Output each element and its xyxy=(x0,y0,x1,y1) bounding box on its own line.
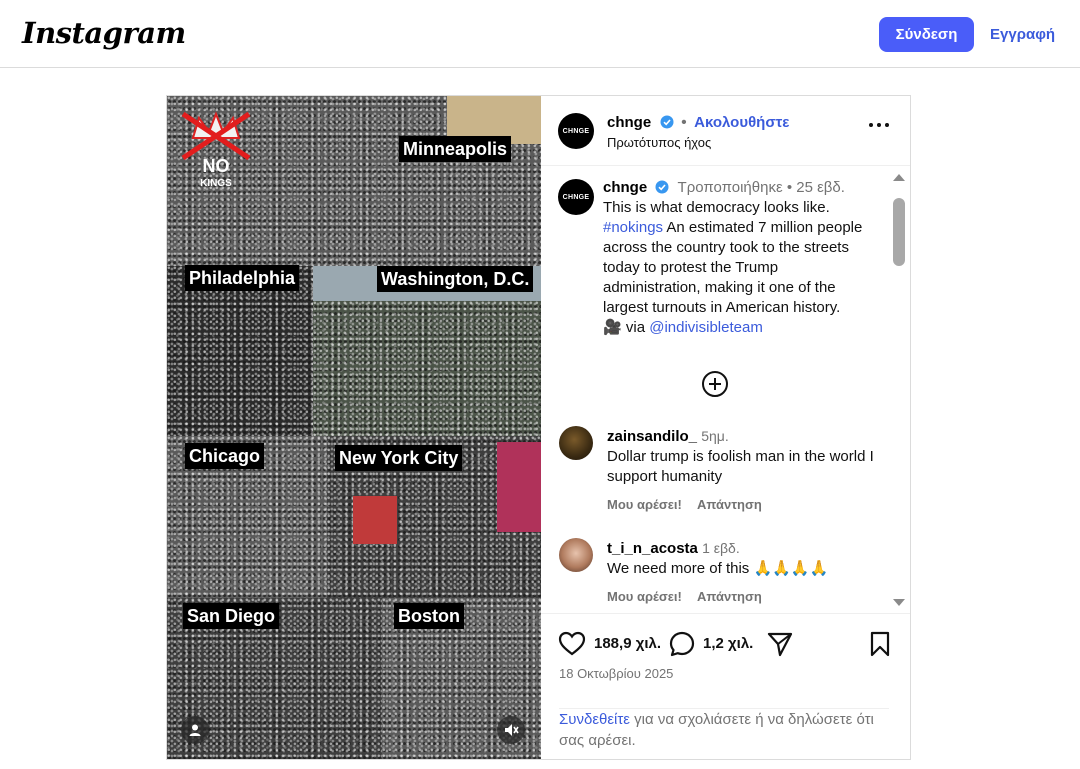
likes-count[interactable]: 188,9 χιλ. xyxy=(594,635,661,652)
post-actions: 188,9 χιλ. 1,2 χιλ. 18 Οκτωβρίου 2025 Συ… xyxy=(541,614,910,759)
mention-link[interactable]: @indivisibleteam xyxy=(649,319,763,336)
comments-count[interactable]: 1,2 χιλ. xyxy=(703,635,753,652)
post-dialog: NO KINGS Minneapolis Philadelphia Washin… xyxy=(166,95,911,760)
comments-scroll-area[interactable]: CHNGE chnge Τροποποιήθηκε • 25 εβδ. This… xyxy=(541,166,910,614)
comment-username[interactable]: t_i_n_acosta xyxy=(607,540,698,557)
philadelphia-tile xyxy=(167,266,313,436)
post-date[interactable]: 18 Οκτωβρίου 2025 xyxy=(559,666,673,681)
more-options-icon[interactable] xyxy=(868,120,890,130)
save-bookmark-icon[interactable] xyxy=(866,630,894,658)
comment-bubble-icon[interactable] xyxy=(668,630,696,658)
mute-icon[interactable] xyxy=(497,716,525,744)
times-square-sign xyxy=(497,442,541,532)
comment-text: We need more of this 🙏🙏🙏🙏 xyxy=(607,560,829,577)
audio-label[interactable]: Πρωτότυπος ήχος xyxy=(607,135,711,150)
badge-kings: KINGS xyxy=(200,178,232,189)
caption-avatar[interactable]: CHNGE xyxy=(558,179,594,215)
city-label: San Diego xyxy=(183,603,280,629)
separator-dot: • xyxy=(681,114,687,131)
scrollbar-thumb[interactable] xyxy=(893,198,905,266)
comment-like-button[interactable]: Μου αρέσει! xyxy=(607,589,682,604)
city-label: New York City xyxy=(335,445,463,471)
verified-badge-icon xyxy=(660,115,674,129)
post-video[interactable]: NO KINGS Minneapolis Philadelphia Washin… xyxy=(167,96,541,759)
city-label: Boston xyxy=(394,603,464,629)
camera-emoji: 🎥 xyxy=(603,319,622,336)
separator-dot: • xyxy=(786,179,793,196)
share-send-icon[interactable] xyxy=(766,630,794,658)
city-label: Chicago xyxy=(185,443,265,469)
billboard xyxy=(353,496,397,544)
comment-text: Dollar trump is foolish man in the world… xyxy=(607,448,874,485)
login-link[interactable]: Συνδεθείτε xyxy=(559,711,630,728)
instagram-logo[interactable]: Instagram xyxy=(22,16,186,50)
login-button[interactable]: Σύνδεση xyxy=(879,17,974,52)
via-text: via xyxy=(625,319,646,336)
comments-scrollbar[interactable] xyxy=(892,172,906,608)
like-heart-icon[interactable] xyxy=(558,630,586,658)
scroll-down-arrow-icon[interactable] xyxy=(892,598,906,608)
login-prompt: Συνδεθείτε για να σχολιάσετε ή να δηλώσε… xyxy=(559,708,889,751)
load-more-comments-icon[interactable] xyxy=(701,370,729,398)
city-label: Washington, D.C. xyxy=(377,266,534,292)
comment-reply-button[interactable]: Απάντηση xyxy=(697,497,762,512)
hashtag-link[interactable]: #nokings xyxy=(603,219,663,236)
author-username[interactable]: chnge xyxy=(607,114,651,131)
comment-time: 1 εβδ. xyxy=(702,540,740,556)
comment-like-button[interactable]: Μου αρέσει! xyxy=(607,497,682,512)
post-header: CHNGE chnge • Ακολουθήστε Πρωτότυπος ήχο… xyxy=(541,96,910,166)
top-navbar: Instagram Σύνδεση Εγγραφή xyxy=(0,0,1080,68)
washington-tile xyxy=(313,301,541,436)
comment-time: 5ημ. xyxy=(701,428,729,444)
city-label: Philadelphia xyxy=(185,265,300,291)
scroll-up-arrow-icon[interactable] xyxy=(892,172,906,182)
author-avatar[interactable]: CHNGE xyxy=(558,113,594,149)
comment-reply-button[interactable]: Απάντηση xyxy=(697,589,762,604)
caption-text: This is what democracy looks like. xyxy=(603,199,830,216)
no-kings-badge: NO KINGS xyxy=(181,111,251,189)
signup-link[interactable]: Εγγραφή xyxy=(990,26,1055,43)
post-caption: chnge Τροποποιήθηκε • 25 εβδ. This is wh… xyxy=(603,178,873,338)
commenter-avatar[interactable] xyxy=(559,426,593,460)
verified-badge-icon xyxy=(655,180,669,194)
follow-button[interactable]: Ακολουθήστε xyxy=(694,114,789,131)
comment-username[interactable]: zainsandilo_ xyxy=(607,428,697,445)
caption-time: 25 εβδ. xyxy=(796,179,845,196)
user-tag-icon[interactable] xyxy=(181,716,209,744)
badge-no: NO xyxy=(203,156,230,176)
edited-label: Τροποποιήθηκε xyxy=(677,179,783,196)
commenter-avatar[interactable] xyxy=(559,538,593,572)
city-label: Minneapolis xyxy=(399,136,512,162)
caption-username[interactable]: chnge xyxy=(603,179,647,196)
